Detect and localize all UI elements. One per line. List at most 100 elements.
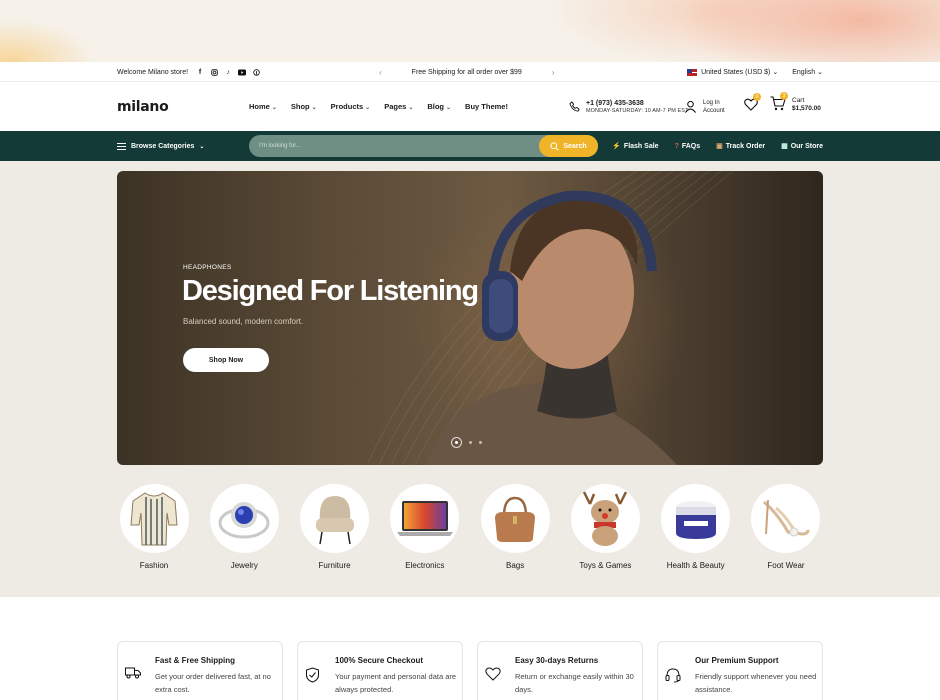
- category-label: Fashion: [139, 561, 169, 570]
- chevron-down-icon: ⌄: [271, 105, 277, 111]
- category-label: Toys & Games: [579, 561, 632, 570]
- hero-banner: HEADPHONES Designed For Listening Balanc…: [117, 171, 823, 465]
- instagram-icon[interactable]: [210, 68, 218, 76]
- feature-description: Your payment and personal data are alway…: [335, 672, 457, 694]
- cart-button[interactable]: 3 Cart $1,570.00: [770, 92, 821, 114]
- main-nav: Home ⌄ Shop ⌄ Products ⌄ Pages ⌄ Blog ⌄ Buy T…: [249, 102, 508, 111]
- youtube-icon[interactable]: [238, 68, 247, 76]
- carousel-dots: [451, 437, 482, 448]
- feature-title: Our Premium Support: [695, 656, 779, 665]
- currency-label: United States (USD $): [701, 69, 771, 76]
- track-order-link[interactable]: ▣ Track Order: [716, 142, 765, 150]
- business-hours: MONDAY-SATURDAY: 10 AM-7 PM EST: [586, 108, 689, 114]
- feature-title: Easy 30-days Returns: [515, 656, 599, 665]
- announcement-bar: Welcome Milano store! f ♪ ‹ Free Shippin…: [0, 62, 940, 82]
- nav-label: Home: [249, 102, 270, 111]
- category-electronics[interactable]: Electronics: [388, 484, 462, 570]
- category-image: [209, 484, 279, 553]
- nav-label: Pages: [384, 102, 407, 111]
- language-label: English: [792, 69, 816, 76]
- quick-links: ⚡ Flash Sale ? FAQs ▣ Track Order ▦ Our Stor…: [612, 142, 823, 151]
- nav-item-blog[interactable]: Blog ⌄: [427, 102, 451, 111]
- tiktok-icon[interactable]: ♪: [224, 68, 232, 76]
- facebook-icon[interactable]: f: [196, 68, 204, 76]
- wishlist-button[interactable]: 0: [744, 93, 761, 116]
- flash-sale-link[interactable]: ⚡ Flash Sale: [612, 142, 658, 150]
- feature-card: 100% Secure Checkout Your payment and pe…: [297, 641, 463, 700]
- armchair-icon: [315, 495, 354, 544]
- category-image: [390, 484, 460, 553]
- chevron-left-icon[interactable]: ‹: [379, 68, 382, 77]
- search-bar: I'm looking for... Search: [249, 135, 598, 157]
- category-fashion[interactable]: Fashion: [117, 484, 191, 570]
- carousel-dot[interactable]: [469, 441, 472, 444]
- nav-item-buy-theme[interactable]: Buy Theme!: [465, 102, 508, 111]
- category-image: [570, 484, 640, 553]
- shield-check-icon: [306, 667, 319, 683]
- search-icon: [550, 141, 559, 151]
- feature-title: 100% Secure Checkout: [335, 656, 424, 665]
- category-image: [300, 484, 370, 553]
- category-foot-wear[interactable]: Foot Wear: [749, 484, 823, 570]
- category-toolbar: Browse Categories ⌄ I'm looking for... S…: [0, 131, 940, 161]
- search-input[interactable]: I'm looking for...: [249, 143, 539, 149]
- box-icon: ▣: [716, 143, 723, 150]
- user-icon: [684, 100, 697, 113]
- link-label: Flash Sale: [623, 143, 659, 150]
- our-store-link[interactable]: ▦ Our Store: [781, 142, 823, 150]
- carousel-dot-active[interactable]: [451, 437, 462, 448]
- feature-card: Easy 30-days Returns Return or exchange …: [477, 641, 643, 700]
- category-label: Foot Wear: [767, 561, 805, 570]
- cart-count-badge: 3: [780, 92, 788, 100]
- login-label: Log In: [703, 99, 720, 106]
- browse-categories-button[interactable]: Browse Categories ⌄: [117, 142, 204, 150]
- hero-section: HEADPHONES Designed For Listening Balanc…: [0, 161, 940, 597]
- category-image: [661, 484, 731, 553]
- store-icon: ▦: [781, 143, 788, 150]
- shop-now-button[interactable]: Shop Now: [183, 348, 269, 372]
- chevron-down-icon: ⌄: [446, 105, 452, 111]
- currency-selector[interactable]: United States (USD $) ⌄: [687, 68, 778, 76]
- category-jewelry[interactable]: Jewelry: [207, 484, 281, 570]
- wishlist-count-badge: 0: [753, 93, 761, 101]
- chevron-right-icon[interactable]: ›: [552, 68, 555, 77]
- toy-reindeer-icon: [583, 490, 628, 546]
- link-label: FAQs: [681, 142, 701, 150]
- pinterest-icon[interactable]: [252, 68, 260, 76]
- feature-title: Fast & Free Shipping: [155, 656, 236, 665]
- language-selector[interactable]: English ⌄: [792, 68, 823, 76]
- category-label: Health & Beauty: [666, 561, 725, 570]
- category-toys-games[interactable]: Toys & Games: [568, 484, 642, 570]
- nav-item-products[interactable]: Products ⌄: [331, 102, 371, 111]
- hero-eyebrow: HEADPHONES: [183, 264, 232, 271]
- heels-icon: [762, 499, 810, 536]
- account-link[interactable]: Log In Account: [684, 99, 725, 115]
- category-bags[interactable]: Bags: [478, 484, 552, 570]
- category-image: [119, 484, 189, 553]
- menu-icon: [117, 142, 126, 150]
- category-label: Furniture: [318, 561, 351, 570]
- phone-number: +1 (973) 435-3638: [586, 100, 644, 107]
- nav-item-pages[interactable]: Pages ⌄: [384, 102, 413, 111]
- main-header: milano Home ⌄ Shop ⌄ Products ⌄ Pages ⌄ Blog…: [0, 82, 940, 131]
- carousel-dot[interactable]: [479, 441, 482, 444]
- chevron-down-icon: ⌄: [408, 105, 414, 111]
- category-furniture[interactable]: Furniture: [298, 484, 372, 570]
- chevron-down-icon: ⌄: [817, 69, 823, 76]
- nav-label: Blog: [427, 102, 445, 111]
- chevron-down-icon: ⌄: [772, 69, 779, 76]
- social-links: f ♪: [196, 68, 260, 76]
- category-image: [480, 484, 550, 553]
- truck-icon: [125, 667, 141, 679]
- link-label: Track Order: [725, 143, 766, 150]
- heart-icon: [485, 667, 501, 681]
- nav-item-shop[interactable]: Shop ⌄: [291, 102, 317, 111]
- faqs-link[interactable]: ? FAQs: [675, 143, 701, 150]
- logo[interactable]: milano: [117, 99, 169, 115]
- nav-item-home[interactable]: Home ⌄: [249, 102, 277, 111]
- search-button[interactable]: Search: [539, 135, 598, 157]
- category-health-beauty[interactable]: Health & Beauty: [659, 484, 733, 570]
- contact-info[interactable]: +1 (973) 435-3638 MONDAY-SATURDAY: 10 AM…: [569, 99, 689, 114]
- cart-total: $1,570.00: [792, 105, 821, 112]
- category-label: Electronics: [405, 561, 445, 570]
